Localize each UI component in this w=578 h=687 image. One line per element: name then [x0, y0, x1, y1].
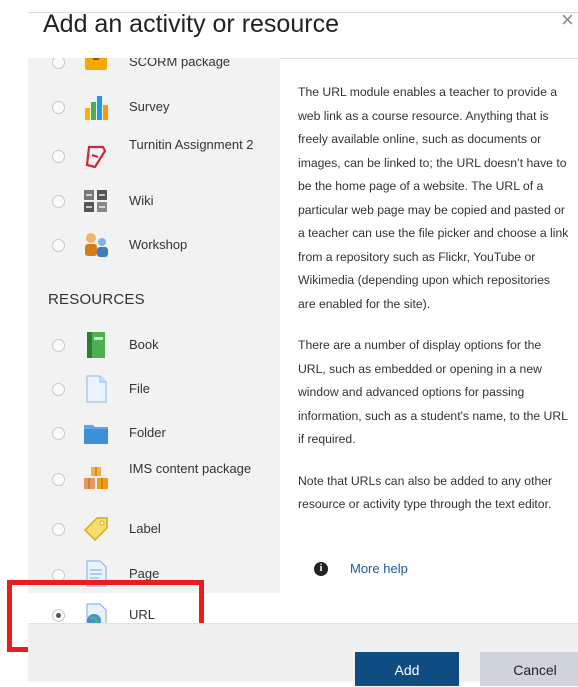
folder-icon — [84, 425, 108, 444]
wiki-icon — [84, 190, 107, 212]
list-item-label: Survey — [129, 99, 170, 114]
resources-heading: RESOURCES — [48, 291, 145, 308]
radio-wiki[interactable] — [52, 195, 65, 208]
dialog-footer: Add Cancel — [28, 623, 578, 686]
radio-folder[interactable] — [52, 427, 65, 440]
file-icon — [86, 375, 107, 403]
turnitin-icon — [85, 145, 107, 169]
description-paragraph: There are a number of display options fo… — [298, 338, 568, 446]
list-item-label: IMS content package — [129, 461, 252, 476]
list-item-label: File — [129, 381, 150, 396]
list-item-wiki[interactable]: Wiki — [28, 186, 280, 216]
list-item-turnitin[interactable]: Turnitin Assignment 2 — [28, 136, 280, 176]
description-paragraph: The URL module enables a teacher to prov… — [298, 85, 569, 311]
list-item-book[interactable]: Book — [28, 330, 280, 360]
close-icon[interactable]: × — [561, 7, 574, 33]
radio-survey[interactable] — [52, 101, 65, 114]
list-item-folder[interactable]: Folder — [28, 418, 280, 448]
list-item-file[interactable]: File — [28, 374, 280, 404]
workshop-icon — [85, 233, 108, 257]
list-item-scorm[interactable]: SCORM package — [28, 58, 280, 74]
list-item-label: Folder — [129, 425, 166, 440]
label-tag-icon — [83, 517, 108, 542]
radio-book[interactable] — [52, 339, 65, 352]
description-paragraph: Note that URLs can also be added to any … — [298, 473, 553, 512]
list-item-label: Workshop — [129, 237, 188, 252]
info-icon: i — [314, 561, 328, 576]
list-item-label: Label — [129, 521, 161, 536]
radio-ims[interactable] — [52, 473, 65, 486]
radio-file[interactable] — [52, 383, 65, 396]
list-item-ims[interactable]: IMS content package — [28, 458, 280, 500]
scorm-icon — [85, 58, 107, 70]
list-item-label: SCORM package — [129, 58, 231, 69]
radio-turnitin[interactable] — [52, 150, 65, 163]
list-item-label: Book — [129, 337, 159, 352]
list-item-survey[interactable]: Survey — [28, 92, 280, 122]
more-help-label[interactable]: More help — [350, 561, 408, 576]
radio-scorm[interactable] — [52, 58, 65, 69]
list-item-label: Turnitin Assignment 2 — [129, 137, 254, 152]
radio-workshop[interactable] — [52, 239, 65, 252]
dialog-title: Add an activity or resource — [43, 10, 339, 38]
module-list[interactable]: SCORM package Survey Turnitin Assignment… — [28, 58, 280, 623]
survey-chart-icon — [85, 96, 108, 120]
list-item-workshop[interactable]: Workshop — [28, 230, 280, 260]
list-item-label-resource[interactable]: Label — [28, 514, 280, 544]
radio-label[interactable] — [52, 523, 65, 536]
book-icon — [87, 332, 105, 358]
list-item-label: Wiki — [129, 193, 154, 208]
ims-package-icon — [84, 467, 108, 489]
more-help-link[interactable]: i More help — [314, 561, 408, 576]
module-description-panel: The URL module enables a teacher to prov… — [280, 58, 578, 624]
